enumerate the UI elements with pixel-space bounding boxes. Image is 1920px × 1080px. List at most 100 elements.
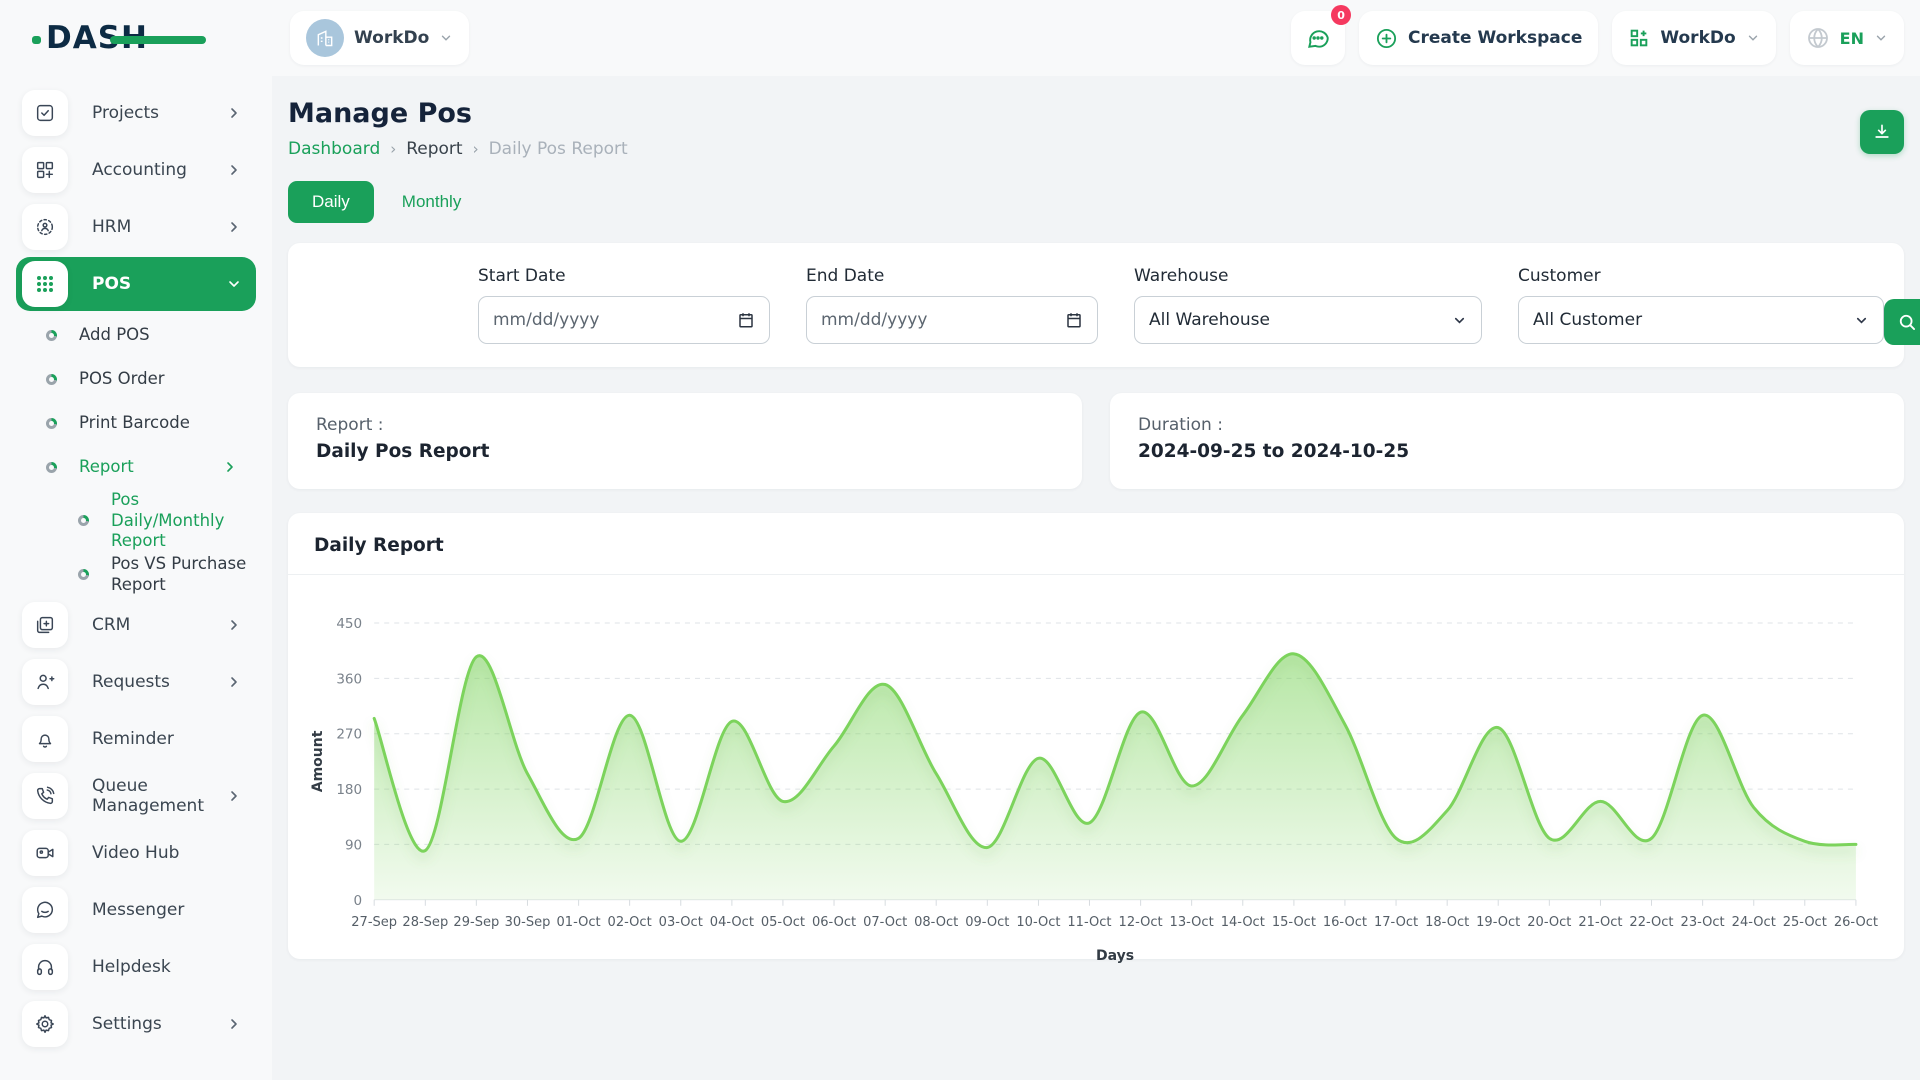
x-axis-tick-label: 28-Sep [402, 915, 448, 930]
sidebar-item-reminder[interactable]: Reminder [22, 712, 256, 766]
page-title: Manage Pos [288, 98, 628, 129]
chevron-down-icon [1874, 31, 1888, 45]
x-axis-tick-label: 08-Oct [914, 915, 958, 930]
tab-daily[interactable]: Daily [288, 181, 374, 223]
filter-card: Start Date mm/dd/yyyy End Date mm/dd/yyy… [288, 243, 1904, 367]
sidebar-subitem-label: Pos Daily/Monthly Report [111, 490, 256, 552]
language-selector[interactable]: EN [1790, 11, 1904, 65]
sidebar-item-accounting[interactable]: Accounting [22, 143, 256, 197]
y-axis-tick-label: 0 [354, 893, 363, 909]
create-workspace-button[interactable]: Create Workspace [1359, 11, 1598, 65]
pos-dots-icon [22, 261, 68, 307]
chat-bubble-icon [22, 887, 68, 933]
sidebar-subitem-pos-order[interactable]: POS Order [22, 358, 256, 400]
sidebar-item-label: Accounting [92, 160, 187, 180]
duration-label: Duration : [1138, 415, 1876, 435]
download-icon [1872, 122, 1892, 142]
chevron-down-icon [1854, 313, 1869, 328]
chevron-down-icon [1746, 31, 1760, 45]
x-axis-tick-label: 26-Oct [1834, 915, 1878, 930]
search-button[interactable] [1884, 299, 1920, 345]
sidebar-item-projects[interactable]: Projects [22, 86, 256, 140]
sidebar-item-video-hub[interactable]: Video Hub [22, 826, 256, 880]
workspace-name: WorkDo [354, 28, 429, 48]
sidebar-subitem-print-barcode[interactable]: Print Barcode [22, 402, 256, 444]
x-axis-tick-label: 29-Sep [453, 915, 499, 930]
x-axis-tick-label: 15-Oct [1272, 915, 1316, 930]
app-logo[interactable]: DASH [46, 20, 148, 56]
search-icon [1897, 312, 1917, 332]
sidebar-item-pos[interactable]: POS [16, 257, 256, 311]
report-mode-tabs: Daily Monthly [288, 181, 1904, 223]
warehouse-group: Warehouse All Warehouse [1134, 266, 1482, 344]
top-bar: DASH WorkDo 0 Create Workspace WorkDo EN [0, 0, 1920, 76]
crm-icon [22, 602, 68, 648]
sidebar-item-requests[interactable]: Requests [22, 655, 256, 709]
calendar-icon [1065, 311, 1083, 329]
y-axis-tick-label: 450 [336, 616, 362, 632]
warehouse-label: Warehouse [1134, 266, 1482, 286]
sidebar-item-label: Requests [92, 672, 170, 692]
chevron-right-icon: › [390, 140, 396, 158]
sidebar-subitem-label: Pos VS Purchase Report [111, 554, 256, 595]
breadcrumb-current: Daily Pos Report [489, 139, 628, 159]
breadcrumb-dashboard-link[interactable]: Dashboard [288, 139, 380, 159]
end-date-input[interactable]: mm/dd/yyyy [806, 296, 1098, 344]
warehouse-select[interactable]: All Warehouse [1134, 296, 1482, 344]
chevron-right-icon [226, 788, 242, 804]
chart-title: Daily Report [288, 513, 1904, 575]
chevron-down-icon [439, 31, 453, 45]
sidebar-subitem-add-pos[interactable]: Add POS [22, 314, 256, 356]
area-chart[interactable]: 09018027036045027-Sep28-Sep29-Sep30-Sep0… [288, 575, 1904, 978]
start-date-label: Start Date [478, 266, 770, 286]
workspace-switcher-label: WorkDo [1660, 28, 1735, 48]
sidebar-item-messenger[interactable]: Messenger [22, 883, 256, 937]
chevron-right-icon [226, 219, 242, 235]
sidebar-item-hrm[interactable]: HRM [22, 200, 256, 254]
sidebar-item-crm[interactable]: CRM [22, 598, 256, 652]
gear-icon [22, 1001, 68, 1047]
video-camera-icon [22, 830, 68, 876]
download-report-button[interactable] [1860, 110, 1904, 154]
workspace-selector[interactable]: WorkDo [290, 11, 469, 65]
customer-select[interactable]: All Customer [1518, 296, 1884, 344]
tab-monthly[interactable]: Monthly [402, 192, 462, 212]
x-axis-tick-label: 23-Oct [1681, 915, 1725, 930]
bell-icon [22, 716, 68, 762]
sidebar-subitem-pos-daily-monthly-report[interactable]: Pos Daily/Monthly Report [22, 490, 256, 552]
x-axis-tick-label: 20-Oct [1527, 915, 1571, 930]
sidebar-item-label: CRM [92, 615, 130, 635]
x-axis-tick-label: 01-Oct [557, 915, 601, 930]
sidebar-item-settings[interactable]: Settings [22, 997, 256, 1051]
sidebar-item-helpdesk[interactable]: Helpdesk [22, 940, 256, 994]
sidebar-subitem-report[interactable]: Report [22, 446, 256, 488]
x-axis-tick-label: 12-Oct [1119, 915, 1163, 930]
workspace-switcher-button[interactable]: WorkDo [1612, 11, 1775, 65]
x-axis-tick-label: 03-Oct [659, 915, 703, 930]
sidebar-subitem-label: Report [79, 457, 134, 478]
chevron-right-icon [226, 617, 242, 633]
x-axis-tick-label: 22-Oct [1629, 915, 1673, 930]
start-date-input[interactable]: mm/dd/yyyy [478, 296, 770, 344]
x-axis-tick-label: 10-Oct [1016, 915, 1060, 930]
x-axis-tick-label: 19-Oct [1476, 915, 1520, 930]
sidebar-subitem-label: POS Order [79, 369, 165, 390]
breadcrumb-report-link[interactable]: Report [406, 139, 462, 159]
x-axis-tick-label: 02-Oct [608, 915, 652, 930]
end-date-group: End Date mm/dd/yyyy [806, 266, 1098, 344]
sidebar-subitem-pos-vs-purchase-report[interactable]: Pos VS Purchase Report [22, 554, 256, 596]
bullet-icon [78, 515, 89, 526]
chevron-down-icon [1452, 313, 1467, 328]
x-axis-tick-label: 06-Oct [812, 915, 856, 930]
create-workspace-label: Create Workspace [1408, 28, 1582, 48]
user-plus-icon [22, 659, 68, 705]
top-right-actions: 0 Create Workspace WorkDo EN [1291, 11, 1920, 65]
grid-plus-icon [22, 147, 68, 193]
y-axis-tick-label: 360 [336, 671, 362, 687]
calendar-icon [737, 311, 755, 329]
x-axis-tick-label: 16-Oct [1323, 915, 1367, 930]
sidebar-item-queue-management[interactable]: Queue Management [22, 769, 256, 823]
page-header: Manage Pos Dashboard › Report › Daily Po… [288, 98, 1904, 159]
messages-button[interactable]: 0 [1291, 11, 1345, 65]
duration-card: Duration : 2024-09-25 to 2024-10-25 [1110, 393, 1904, 489]
